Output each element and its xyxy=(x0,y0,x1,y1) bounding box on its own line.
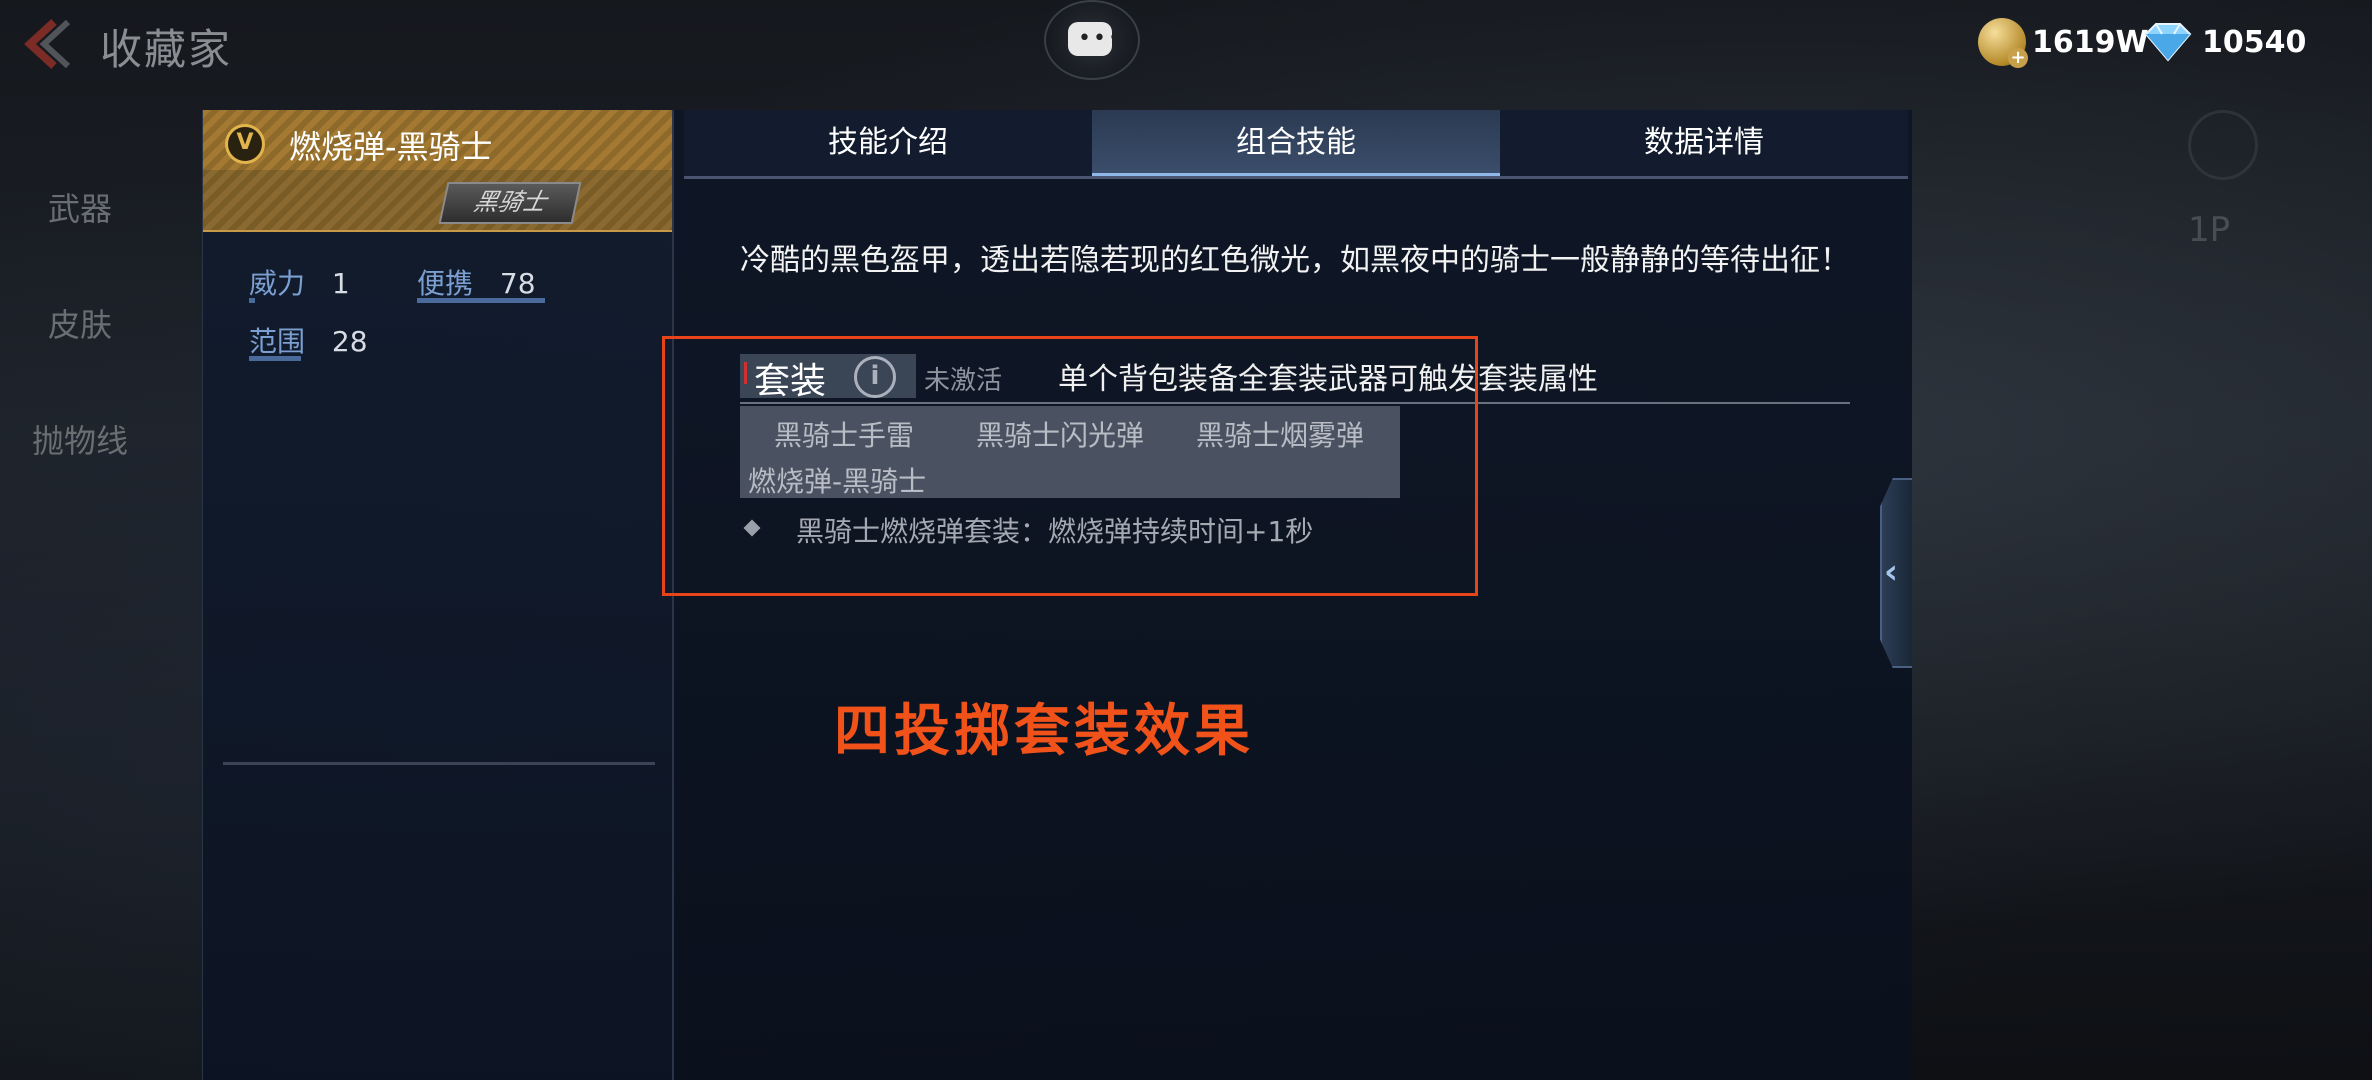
highlight-box xyxy=(662,336,1478,596)
chevron-left-icon: ‹ xyxy=(1884,552,1899,592)
panel-divider xyxy=(223,762,655,765)
gold-amount: 1619W xyxy=(2032,24,2149,60)
stat-power-label: 威力 xyxy=(249,267,306,300)
overlay-caption: 四投掷套装效果 xyxy=(834,699,1254,764)
stat-range-bar xyxy=(249,356,301,361)
stat-power: 威力 1 xyxy=(249,262,350,302)
diamond-currency[interactable]: 10540 xyxy=(2140,12,2306,72)
tab-data-details[interactable]: 数据详情 xyxy=(1500,110,1908,176)
skin-series-tag: 黑骑士 xyxy=(438,182,582,224)
gold-coin-icon: + xyxy=(1978,18,2028,68)
side-nav-skins[interactable]: 皮肤 xyxy=(20,300,140,346)
chat-button[interactable]: ••• xyxy=(1044,0,1140,80)
side-nav-trajectory[interactable]: 抛物线 xyxy=(20,416,140,462)
tab-combo-skill[interactable]: 组合技能 xyxy=(1092,110,1500,176)
stat-portability-label: 便携 xyxy=(417,267,474,300)
back-arrow-icon xyxy=(24,19,71,69)
gold-currency[interactable]: + 1619W xyxy=(1978,12,2149,72)
player-indicator: 1P xyxy=(2188,210,2231,250)
stat-portability-value: 78 xyxy=(499,267,536,300)
stat-range: 范围 28 xyxy=(249,320,368,360)
stat-range-value: 28 xyxy=(331,325,368,358)
side-nav-weapons[interactable]: 武器 xyxy=(20,184,140,230)
stat-power-bar xyxy=(249,298,255,303)
rank-v-badge-icon: V xyxy=(225,124,265,164)
skill-panel: 技能介绍 组合技能 数据详情 冷酷的黑色盔甲，透出若隐若现的红色微光，如黑夜中的… xyxy=(662,110,1912,1080)
tab-skill-intro[interactable]: 技能介绍 xyxy=(684,110,1092,176)
add-gold-icon: + xyxy=(2008,48,2028,68)
collapse-tab[interactable]: ‹ xyxy=(1880,478,1912,668)
stat-portability-bar xyxy=(417,298,545,303)
tab-bar: 技能介绍 组合技能 数据详情 xyxy=(684,110,1908,179)
weapon-info-panel: V 燃烧弹-黑骑士 黑骑士 威力 1 便携 78 范围 28 xyxy=(202,110,673,1080)
back-button[interactable] xyxy=(14,16,74,72)
chat-dots: ••• xyxy=(1078,26,1123,51)
stat-range-label: 范围 xyxy=(249,325,306,358)
settings-icon[interactable] xyxy=(2188,110,2258,180)
stat-portability: 便携 78 xyxy=(417,262,536,302)
diamond-amount: 10540 xyxy=(2202,24,2307,60)
stat-power-value: 1 xyxy=(331,267,350,300)
skin-description: 冷酷的黑色盔甲，透出若隐若现的红色微光，如黑夜中的骑士一般静静的等待出征！ xyxy=(740,243,1850,278)
page-title: 收藏家 xyxy=(100,25,233,74)
diamond-icon xyxy=(2144,23,2192,62)
weapon-name: 燃烧弹-黑骑士 xyxy=(289,128,493,166)
